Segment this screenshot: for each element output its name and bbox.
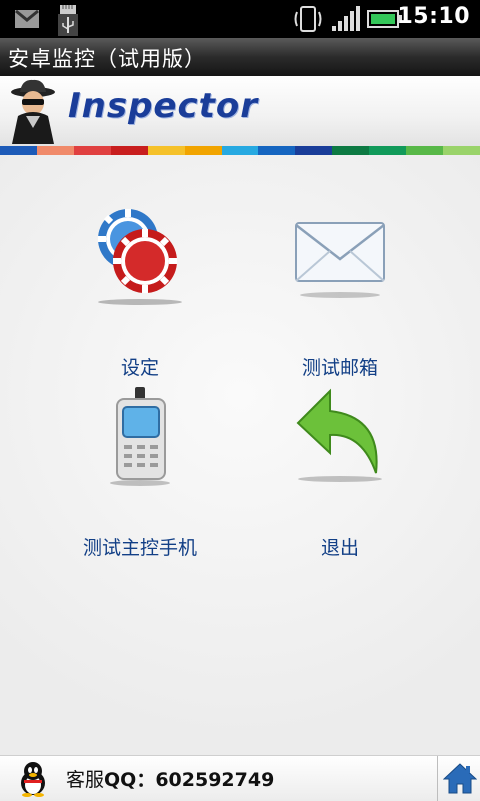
app-title: 安卓监控（试用版） [8, 47, 206, 71]
service-qq-text: 客服QQ：602592749 [66, 765, 274, 792]
mobile-phone-icon [110, 387, 170, 486]
footer-divider [437, 756, 438, 801]
spy-icon [11, 79, 55, 144]
stripe-segment [184, 146, 222, 155]
usb-icon [58, 14, 78, 36]
envelope-icon [295, 222, 385, 298]
stripe-segment [110, 146, 148, 155]
stripe-segment [406, 146, 444, 155]
stripe-segment [369, 146, 407, 155]
stripe-segment [0, 146, 37, 155]
back-arrow-icon [296, 388, 382, 482]
qq-penguin-icon [21, 762, 45, 797]
stripe-segment [147, 146, 185, 155]
stripe-segment [36, 146, 74, 155]
test-email-label: 测试邮箱 [301, 357, 378, 379]
title-bar: 安卓监控（试用版） [0, 38, 480, 76]
test-phone-button[interactable]: 测试主控手机 [40, 387, 240, 559]
poker-chips-icon [98, 209, 182, 305]
color-stripe [0, 146, 480, 155]
stripe-segment [73, 146, 111, 155]
footer-bar: 客服QQ：602592749 [0, 755, 480, 801]
stripe-segment [443, 146, 480, 155]
settings-button[interactable]: 设定 [40, 207, 240, 379]
gmail-icon [15, 9, 39, 28]
exit-label: 退出 [320, 537, 359, 559]
stripe-segment [332, 146, 370, 155]
exit-button[interactable]: 退出 [240, 387, 440, 559]
stripe-segment [295, 146, 333, 155]
logo-text: Inspector [68, 86, 259, 126]
service-qq-number: QQ：602592749 [104, 769, 275, 791]
clock: 15:10 [397, 4, 470, 29]
signal-icon [332, 6, 360, 31]
stripe-segment [221, 146, 259, 155]
vibrate-icon [294, 6, 322, 32]
service-prefix: 客服 [66, 769, 105, 791]
home-icon[interactable] [443, 762, 477, 794]
settings-label: 设定 [120, 357, 159, 379]
brand-header: Inspector [0, 76, 480, 146]
stripe-segment [258, 146, 296, 155]
test-phone-label: 测试主控手机 [82, 537, 197, 559]
test-email-button[interactable]: 测试邮箱 [240, 207, 440, 379]
status-bar: 15:10 [0, 0, 480, 38]
main-menu: 设定 测试邮箱 测试主控手机 退出 [0, 155, 480, 755]
